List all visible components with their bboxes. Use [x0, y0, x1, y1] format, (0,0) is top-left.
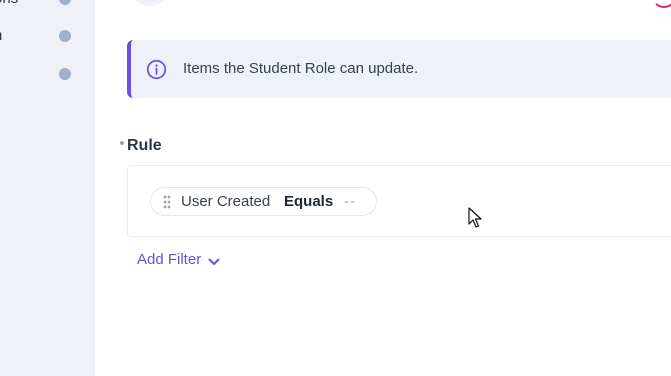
info-icon — [146, 59, 167, 80]
filter-operator[interactable]: Equals — [284, 193, 333, 211]
info-banner-text: Items the Student Role can update. — [183, 60, 419, 77]
mouse-cursor-icon — [468, 207, 482, 228]
sidebar-item[interactable]: n — [0, 26, 95, 46]
add-filter-label: Add Filter — [137, 251, 202, 268]
rule-label: Rule — [127, 137, 162, 154]
info-banner: Items the Student Role can update. — [127, 40, 671, 98]
rule-builder: User Created Equals -- — [127, 165, 671, 237]
avatar[interactable] — [131, 0, 169, 6]
status-dot — [59, 68, 71, 80]
chevron-down-icon — [208, 258, 220, 265]
required-marker — [120, 141, 124, 145]
filter-field[interactable]: User Created — [181, 193, 270, 211]
sidebar: ons n — [0, 0, 95, 376]
drag-handle-icon[interactable] — [163, 195, 171, 209]
sidebar-item[interactable]: ons — [0, 0, 95, 9]
status-dot — [59, 0, 71, 5]
filter-value[interactable]: -- — [344, 193, 356, 211]
sidebar-item-label: n — [0, 26, 2, 46]
sidebar-item[interactable] — [0, 64, 95, 84]
sidebar-item-label: ons — [0, 0, 18, 9]
status-dot — [59, 30, 71, 42]
filter-chip[interactable]: User Created Equals -- — [150, 187, 377, 216]
add-filter-button[interactable]: Add Filter — [137, 250, 220, 270]
status-badge — [652, 0, 671, 8]
main-content: Items the Student Role can update. Rule … — [95, 0, 671, 376]
